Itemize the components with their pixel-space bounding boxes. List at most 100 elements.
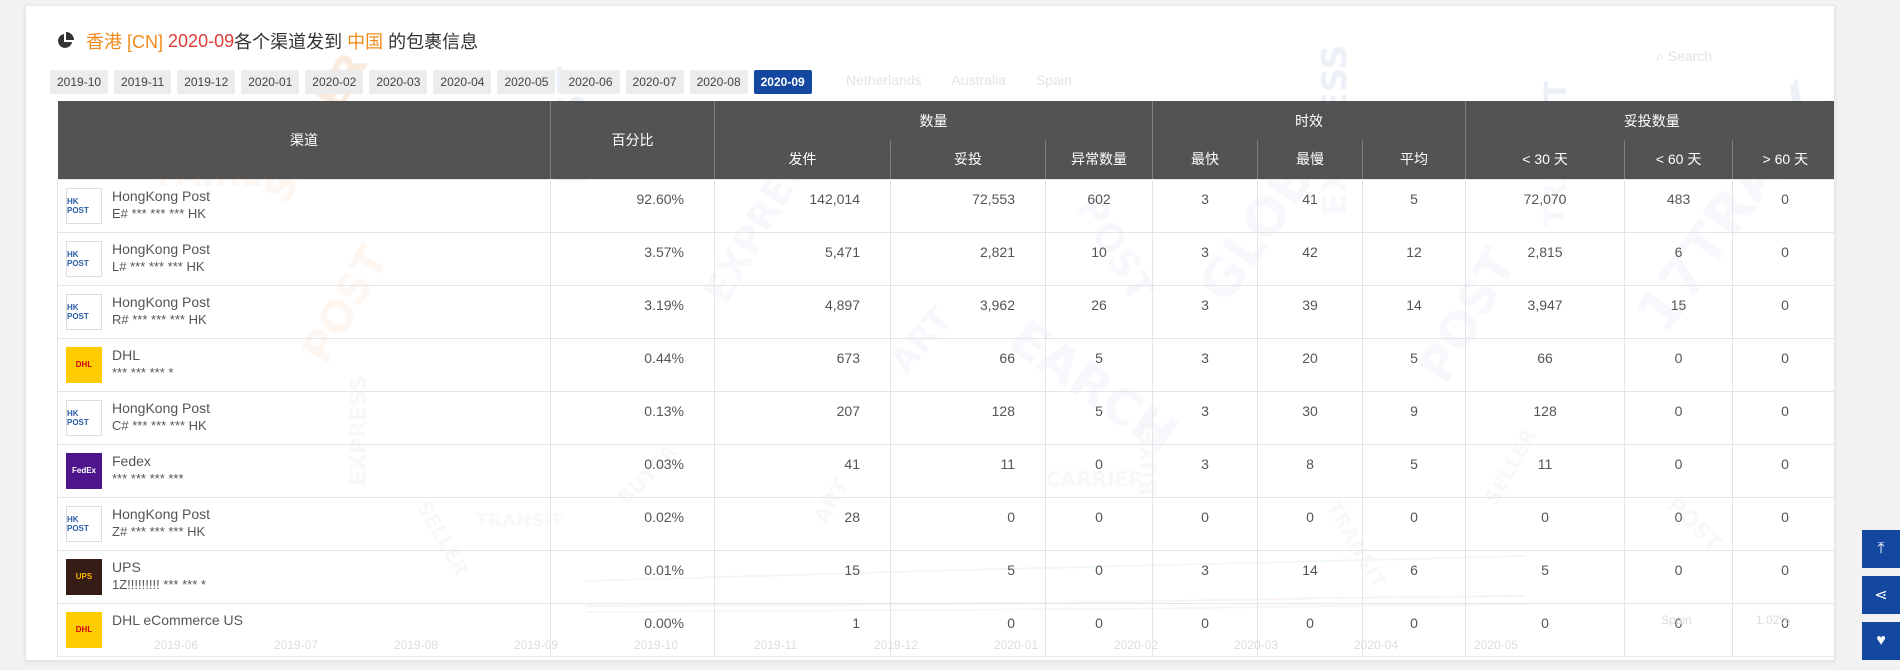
title-middle: 各个渠道发到 [234,32,343,52]
table-row: DHL DHL eCommerce US 0.00% 1 0 0 0 0 0 0 0 0 [57,602,1834,657]
cell-lt60: 0 [1624,602,1734,657]
header-lt60[interactable]: < 60 天 [1624,140,1733,179]
month-tab-2020-05[interactable]: 2020-05 [497,70,556,94]
cell-shipped: 4,897 [714,284,891,339]
cell-abnormal: 602 [1044,178,1154,233]
cell-channel: HK POST HongKong Post C# *** *** *** HK [57,390,551,445]
channel-name[interactable]: HongKong Post [112,294,210,311]
month-tab-2020-06[interactable]: 2020-06 [561,70,620,94]
cell-percent: 92.60% [550,178,715,233]
cell-slowest: 0 [1257,496,1364,551]
carrier-logo-dhl: DHL [66,611,102,648]
cell-channel: HK POST HongKong Post E# *** *** *** HK [57,178,551,233]
cell-percent: 3.57% [550,231,715,286]
cell-percent: 0.13% [550,390,715,445]
channel-name[interactable]: HongKong Post [112,188,210,205]
cell-shipped: 28 [714,496,891,551]
channel-name[interactable]: HongKong Post [112,506,210,523]
cell-slowest: 30 [1257,390,1364,445]
cell-gt60: 0 [1732,337,1834,392]
back-to-top-icon: ⤒ [1877,540,1885,557]
header-lt30[interactable]: < 30 天 [1465,140,1625,179]
header-slowest[interactable]: 最慢 [1257,140,1363,179]
cell-fastest: 3 [1152,231,1259,286]
month-tab-2020-04[interactable]: 2020-04 [433,70,492,94]
month-tab-2020-08[interactable]: 2020-08 [689,70,748,94]
tracking-number-pattern: E# *** *** *** HK [112,205,206,221]
cell-gt60: 0 [1732,549,1834,604]
tracking-number-pattern: *** *** *** *** [112,470,184,486]
month-tab-2020-03[interactable]: 2020-03 [369,70,428,94]
cell-channel: HK POST HongKong Post R# *** *** *** HK [57,284,551,339]
cell-shipped: 5,471 [714,231,891,286]
ghost-axis-label: 2019-08 [394,638,439,652]
cell-lt30: 72,070 [1465,178,1626,233]
title-region: 香港 [CN] [86,32,164,52]
header-average[interactable]: 平均 [1362,140,1466,179]
cell-gt60: 0 [1732,231,1834,286]
cell-lt60: 483 [1624,178,1734,233]
cell-abnormal: 5 [1044,390,1154,445]
header-channel[interactable]: 渠道 [57,101,551,179]
month-tab-2020-07[interactable]: 2020-07 [625,70,684,94]
tracking-number-pattern: 1Z!!!!!!!!! *** *** * [112,576,206,592]
cell-average: 5 [1362,443,1467,498]
pie-chart-icon [58,32,74,48]
cell-lt60: 15 [1624,284,1734,339]
month-tab-2019-11[interactable]: 2019-11 [114,70,172,94]
channel-name[interactable]: HongKong Post [112,400,210,417]
header-abnormal[interactable]: 异常数量 [1044,140,1153,179]
month-selector: 2019-10 2019-11 2019-12 2020-01 2020-02 2020-… [50,70,812,94]
cell-shipped: 142,014 [714,178,891,233]
cell-slowest: 14 [1257,549,1364,604]
ghost-axis-label: 2019-06 [154,638,199,652]
cell-channel: FedEx Fedex *** *** *** *** [57,443,551,498]
header-shipped[interactable]: 发件 [714,140,891,179]
header-gt60[interactable]: > 60 天 [1732,140,1834,179]
cell-slowest: 39 [1257,284,1364,339]
month-tab-2019-12[interactable]: 2019-12 [177,70,236,94]
cell-channel: DHL DHL *** *** *** * [57,337,551,392]
channel-table: 渠道 百分比 数量 时效 妥投数量 发件 妥投 异常数量 最快 最慢 平均 < … [57,101,1834,657]
cell-fastest: 3 [1152,443,1259,498]
cell-delivered: 66 [890,337,1046,392]
cell-delivered: 2,821 [890,231,1046,286]
cell-percent: 0.44% [550,337,715,392]
cell-average: 14 [1362,284,1467,339]
header-delivered[interactable]: 妥投 [890,140,1046,179]
search-placeholder-ghost: ⌕ Search [1656,48,1713,64]
cell-abnormal: 5 [1044,337,1154,392]
cell-average: 5 [1362,178,1467,233]
month-tab-2019-10[interactable]: 2019-10 [50,70,109,94]
tracking-number-pattern: C# *** *** *** HK [112,417,207,433]
month-tab-2020-02[interactable]: 2020-02 [305,70,364,94]
channel-name[interactable]: DHL [112,347,173,364]
favorite-button[interactable]: ♥ [1862,622,1900,660]
channel-name[interactable]: Fedex [112,453,184,470]
header-group-delivered: 妥投数量 [1465,101,1834,140]
back-to-top-button[interactable]: ⤒ [1862,530,1900,568]
share-icon: ⋖ [1874,587,1888,604]
cell-abnormal: 0 [1044,549,1154,604]
page-title: 香港 [CN] 2020-09 各个渠道发到 中国 的包裹信息 [56,26,478,56]
channel-name[interactable]: DHL eCommerce US [112,612,243,629]
table-row: FedEx Fedex *** *** *** *** 0.03% 41 11 0 3 8 5 11… [57,443,1834,498]
header-fastest[interactable]: 最快 [1152,140,1258,179]
cell-abnormal: 26 [1044,284,1154,339]
cell-abnormal: 0 [1044,496,1154,551]
tracking-number-pattern: R# *** *** *** HK [112,311,207,327]
channel-name[interactable]: HongKong Post [112,241,210,258]
ghost-axis-label: 2020-03 [1234,638,1279,652]
channel-name[interactable]: UPS [112,559,206,576]
cell-delivered: 72,553 [890,178,1046,233]
cell-delivered: 128 [890,390,1046,445]
month-tab-2020-01[interactable]: 2020-01 [241,70,300,94]
ghost-axis-label: 2020-04 [1354,638,1399,652]
table-row: HK POST HongKong Post E# *** *** *** HK 92.… [57,178,1834,233]
header-percent[interactable]: 百分比 [550,101,715,179]
cell-lt30: 66 [1465,337,1626,392]
month-tab-2020-09[interactable]: 2020-09 [753,70,812,94]
cell-delivered: 3,962 [890,284,1046,339]
cell-percent: 0.00% [550,602,715,657]
share-button[interactable]: ⋖ [1862,576,1900,614]
